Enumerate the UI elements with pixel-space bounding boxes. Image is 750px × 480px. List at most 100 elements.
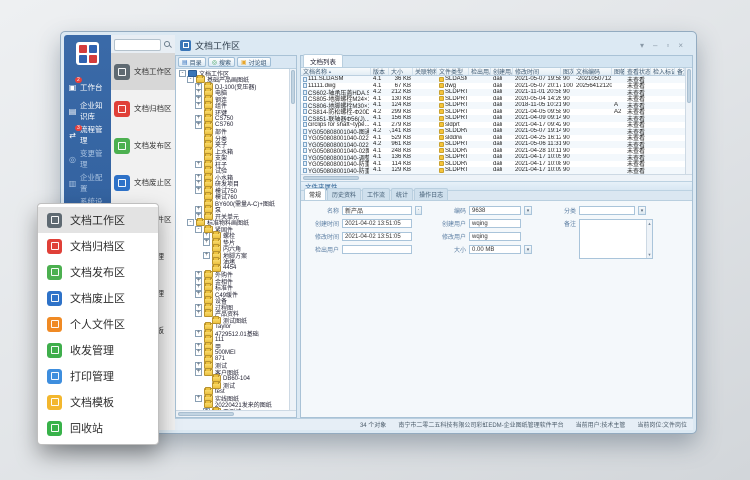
popup-menu-item[interactable]: 收发管理	[38, 337, 158, 363]
sidebar-nav-item[interactable]: ▥ 企业配置	[64, 171, 111, 195]
cell-version: 4.2	[371, 141, 389, 147]
minimize-button[interactable]: –	[653, 41, 657, 50]
properties-tab[interactable]: 工作流	[362, 188, 390, 200]
column-header[interactable]: 修改时间 ▲	[513, 68, 561, 75]
tree-expander[interactable]: +	[195, 349, 202, 356]
column-header[interactable]: 检入标记 ▲	[651, 68, 675, 75]
popup-menu-item[interactable]: 文档工作区	[38, 207, 158, 233]
tree-expander[interactable]: +	[195, 122, 202, 129]
cell-type: SLDPRT	[445, 102, 467, 108]
tree-expander[interactable]: +	[203, 239, 210, 246]
cell-sheet: 90	[561, 96, 574, 102]
class-field[interactable]	[579, 206, 635, 215]
tree-expander[interactable]: +	[195, 310, 202, 317]
column-header[interactable]: 关联物料 ▲	[413, 68, 437, 75]
tree-expander[interactable]: +	[195, 330, 202, 337]
modify-user-field[interactable]: wqing	[469, 232, 521, 241]
close-button[interactable]: ×	[678, 41, 683, 50]
properties-tab[interactable]: 历史资料	[327, 188, 361, 200]
popup-module-label: 文档模板	[70, 394, 114, 410]
create-time-field[interactable]: 2021-04-02 13:51:05	[342, 219, 412, 228]
size-field[interactable]: 0.00 MB	[469, 245, 521, 254]
name-more-button[interactable]: ·	[415, 206, 422, 215]
properties-tab[interactable]: 统计	[391, 188, 413, 200]
column-header[interactable]: 检出用户 ▲	[469, 68, 491, 75]
folder-icon	[212, 265, 221, 272]
list-horizontal-scrollbar[interactable]	[301, 174, 692, 181]
tree-expander[interactable]: +	[195, 369, 202, 376]
tree-toolbar-button[interactable]: ▣ 讨论组	[237, 57, 271, 67]
cell-size: 130 KB	[389, 96, 413, 102]
popup-menu-item[interactable]: 打印管理	[38, 363, 158, 389]
scrollbar-thumb[interactable]	[687, 69, 691, 103]
list-vertical-scrollbar[interactable]	[685, 68, 692, 174]
tree-expander[interactable]: -	[179, 70, 186, 77]
column-header[interactable]: 备注 ▲	[675, 68, 685, 75]
checkout-user-field[interactable]	[342, 245, 412, 254]
scrollbar-thumb[interactable]	[178, 412, 234, 416]
note-textarea[interactable]: ▲▼	[579, 219, 653, 259]
column-header[interactable]: 版本 ▲	[371, 68, 389, 75]
tree-horizontal-scrollbar[interactable]	[176, 410, 296, 417]
popup-menu-item[interactable]: 文档废止区	[38, 285, 158, 311]
column-header[interactable]: 文件类型 ▲	[437, 68, 469, 75]
column-header[interactable]: 图次 ▲	[561, 68, 574, 75]
column-header[interactable]: 创建用户 ▲	[491, 68, 513, 75]
properties-tab[interactable]: 常规	[304, 188, 326, 200]
search-input[interactable]	[114, 39, 161, 51]
sidebar-nav-item[interactable]: ▤ 企业知识库	[64, 99, 111, 123]
cell-modify-time: 2021-05-06 11:31:37	[513, 141, 561, 147]
cell-version: 4.2	[371, 109, 389, 115]
tree-expander[interactable]: +	[195, 161, 202, 168]
scrollbar-thumb[interactable]	[291, 70, 295, 104]
tree-expander[interactable]: -	[195, 226, 202, 233]
theme-button[interactable]: ▾	[640, 41, 644, 50]
code-field[interactable]: 9638	[469, 206, 521, 215]
sidebar-nav-item[interactable]: ▣ 工作台 2	[64, 75, 111, 99]
tree-expander[interactable]: +	[203, 252, 210, 259]
tree-toolbar-button[interactable]: ▤ 目录	[178, 57, 206, 67]
tree-toolbar-button[interactable]: ◎ 搜索	[208, 57, 235, 67]
maximize-button[interactable]: ▫	[666, 41, 669, 50]
popup-menu-item[interactable]: 个人文件区	[38, 311, 158, 337]
sidebar-nav-item[interactable]: ⇄ 流程管理 3	[64, 123, 111, 147]
create-user-field[interactable]: wqing	[469, 219, 521, 228]
scrollbar-thumb[interactable]	[303, 176, 359, 180]
properties-tab[interactable]: 操作日志	[414, 188, 448, 200]
size-dropdown-button[interactable]: ▾	[524, 245, 532, 254]
sidebar-nav-item[interactable]: ◎ 变更管理	[64, 147, 111, 171]
module-menu-item[interactable]: 文档工作区	[111, 53, 175, 90]
popup-menu-item[interactable]: 文档模板	[38, 389, 158, 415]
note-scrollbar[interactable]: ▲▼	[646, 220, 652, 258]
column-header[interactable]: 图幅 ▲	[612, 68, 625, 75]
code-dropdown-button[interactable]: ▾	[524, 206, 532, 215]
tree-expander[interactable]: -	[187, 76, 194, 83]
tree-expander[interactable]: +	[195, 102, 202, 109]
class-dropdown-button[interactable]: ▾	[638, 206, 646, 215]
popup-menu-item[interactable]: 回收站	[38, 415, 158, 441]
tab-document-list[interactable]: 文档列表	[303, 54, 343, 67]
popup-menu-list: 文档工作区 文档归档区 文档发布区 文档废止区 个人文件区 收发管理 打印管理	[38, 207, 158, 441]
cell-code: 2025641212007001	[574, 83, 612, 89]
cell-size: 114 KB	[389, 161, 413, 167]
module-menu-item[interactable]: 文档归档区	[111, 90, 175, 127]
tree-vertical-scrollbar[interactable]	[289, 69, 296, 410]
column-header[interactable]: 文档编码 ▲	[574, 68, 612, 75]
popup-menu-item[interactable]: 文档发布区	[38, 259, 158, 285]
module-menu-item[interactable]: 文档废止区	[111, 164, 175, 201]
module-menu-item[interactable]: 文档发布区	[111, 127, 175, 164]
column-header[interactable]: 大小 ▲	[389, 68, 413, 75]
column-header[interactable]: 文档名称 ▲	[301, 68, 371, 75]
modify-time-field[interactable]: 2021-04-02 13:51:05	[342, 232, 412, 241]
tree-expander[interactable]: +	[195, 395, 202, 402]
field-label: 创建时间	[307, 219, 339, 228]
popup-menu-item[interactable]: 文档归档区	[38, 233, 158, 259]
search-icon[interactable]	[163, 40, 172, 49]
cell-version: 4.1	[371, 115, 389, 121]
cell-type: SLDPRT	[445, 141, 467, 147]
name-field[interactable]: 新产品	[342, 206, 412, 215]
tree-expander[interactable]: +	[195, 187, 202, 194]
cell-version: 4.1	[371, 76, 389, 82]
tree-expander[interactable]: -	[187, 219, 194, 226]
tree-expander[interactable]: +	[195, 291, 202, 298]
